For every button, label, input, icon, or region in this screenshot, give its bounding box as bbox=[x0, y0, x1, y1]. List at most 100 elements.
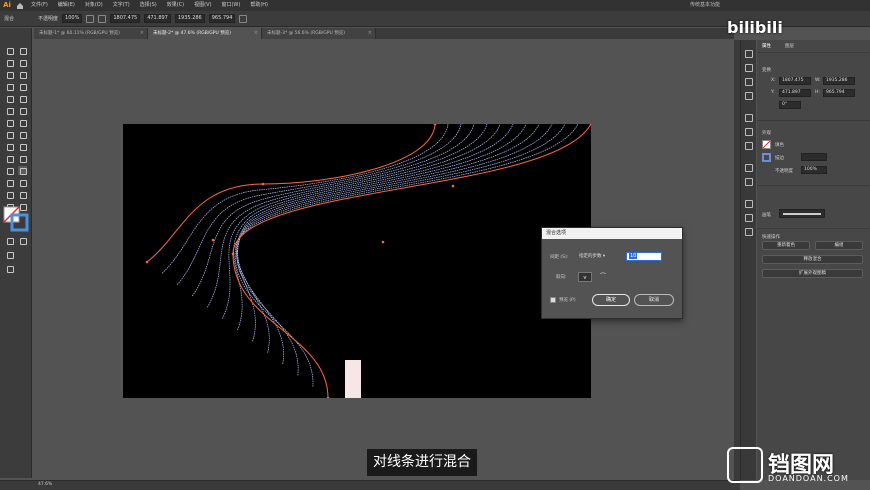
pen-tool-icon[interactable] bbox=[5, 70, 14, 79]
preview-checkbox[interactable] bbox=[550, 297, 556, 303]
rectangle-tool-icon[interactable] bbox=[5, 94, 14, 103]
h-field[interactable]: 965.794 bbox=[208, 14, 236, 23]
menu-file[interactable]: 文件(F) bbox=[26, 0, 53, 11]
column-graph-tool-icon[interactable] bbox=[18, 178, 27, 187]
tab-properties[interactable]: 属性 bbox=[762, 43, 771, 49]
links-panel-icon[interactable] bbox=[745, 228, 753, 236]
lasso-tool-icon[interactable] bbox=[18, 58, 27, 67]
align-icon[interactable] bbox=[98, 14, 107, 23]
curvature-tool-icon[interactable] bbox=[18, 70, 27, 79]
shape-builder-tool-icon[interactable] bbox=[5, 142, 14, 151]
transparency-panel-icon[interactable] bbox=[745, 142, 753, 150]
symbols-panel-icon[interactable] bbox=[745, 92, 753, 100]
fill-color-icon[interactable] bbox=[5, 236, 14, 245]
recolor-button[interactable]: 重新着色 bbox=[762, 241, 810, 250]
draw-mode-icon[interactable] bbox=[5, 250, 14, 259]
anchor-point[interactable] bbox=[381, 240, 385, 244]
none-color-icon[interactable] bbox=[18, 236, 27, 245]
tab-doc-1[interactable]: 未标题-1* @ 60.11% (RGB/GPU 预览) × bbox=[34, 28, 148, 39]
stroke-weight-field[interactable] bbox=[801, 153, 827, 161]
appearance-panel-icon[interactable] bbox=[745, 164, 753, 172]
w-field[interactable]: 1935.286 bbox=[823, 77, 855, 85]
color-panel-icon[interactable] bbox=[745, 50, 753, 58]
menu-window[interactable]: 窗口(W) bbox=[216, 0, 245, 11]
blend-step-path[interactable] bbox=[235, 123, 579, 387]
home-icon[interactable] bbox=[14, 0, 26, 11]
paintbrush-tool-icon[interactable] bbox=[18, 94, 27, 103]
menu-select[interactable]: 选择(S) bbox=[135, 0, 162, 11]
screen-mode-icon[interactable] bbox=[5, 264, 14, 273]
tab-layers[interactable]: 图层 bbox=[785, 43, 794, 49]
x-field[interactable]: 1807.475 bbox=[779, 77, 811, 85]
menu-effect[interactable]: 效果(C) bbox=[162, 0, 189, 11]
blend-step-path[interactable] bbox=[237, 123, 553, 365]
menu-object[interactable]: 对象(O) bbox=[80, 0, 108, 11]
anchor-point[interactable] bbox=[231, 252, 235, 256]
selection-tool-icon[interactable] bbox=[5, 46, 14, 55]
eraser-tool-icon[interactable] bbox=[18, 106, 27, 115]
brushes-panel-icon[interactable] bbox=[745, 78, 753, 86]
release-blend-button[interactable]: 释放混合 bbox=[762, 255, 863, 264]
blend-step-path[interactable] bbox=[236, 123, 527, 342]
cancel-button[interactable]: 取消 bbox=[634, 294, 674, 306]
artboards-panel-icon[interactable] bbox=[745, 214, 753, 222]
blend-tool-icon[interactable] bbox=[18, 166, 27, 175]
layers-panel-icon[interactable] bbox=[745, 200, 753, 208]
menu-help[interactable]: 帮助(H) bbox=[245, 0, 273, 11]
perspective-grid-tool-icon[interactable] bbox=[18, 142, 27, 151]
rotate-field[interactable]: 0° bbox=[779, 101, 801, 109]
scale-tool-icon[interactable] bbox=[18, 118, 27, 127]
shaper-tool-icon[interactable] bbox=[5, 106, 14, 115]
spacing-select[interactable]: 指定的步数 ▾ bbox=[579, 252, 605, 261]
anchor-point[interactable] bbox=[211, 238, 215, 242]
artboard[interactable] bbox=[123, 122, 593, 400]
width-tool-icon[interactable] bbox=[5, 130, 14, 139]
menu-type[interactable]: 文字(T) bbox=[108, 0, 135, 11]
free-transform-tool-icon[interactable] bbox=[18, 130, 27, 139]
y-field[interactable]: 471.897 bbox=[779, 89, 811, 97]
opacity-field[interactable]: 100% bbox=[801, 166, 827, 174]
eyedropper-tool-icon[interactable] bbox=[5, 166, 14, 175]
blend-step-path[interactable] bbox=[233, 123, 514, 331]
blend-step-path[interactable] bbox=[207, 123, 488, 308]
brush-preview[interactable] bbox=[779, 209, 825, 218]
magic-wand-tool-icon[interactable] bbox=[5, 58, 14, 67]
w-field[interactable]: 1935.286 bbox=[174, 14, 205, 23]
blend-step-path[interactable] bbox=[236, 123, 566, 376]
tab-doc-3[interactable]: 未标题-3* @ 56.6% (RGB/GPU 预览) × bbox=[262, 28, 376, 39]
pink-rectangle-object[interactable] bbox=[345, 360, 361, 398]
anchor-point[interactable] bbox=[451, 184, 455, 188]
opacity-field[interactable]: 100% bbox=[62, 14, 83, 23]
swatches-panel-icon[interactable] bbox=[745, 64, 753, 72]
symbol-sprayer-tool-icon[interactable] bbox=[5, 178, 14, 187]
artboard-tool-icon[interactable] bbox=[5, 190, 14, 199]
anchor-point[interactable] bbox=[326, 396, 330, 400]
align-to-page-icon[interactable]: ⩛ bbox=[578, 272, 592, 282]
close-icon[interactable]: × bbox=[368, 28, 372, 39]
gradient-panel-icon[interactable] bbox=[745, 128, 753, 136]
group-button[interactable]: 编组 bbox=[815, 241, 863, 250]
gradient-tool-icon[interactable] bbox=[18, 154, 27, 163]
anchor-point[interactable] bbox=[433, 122, 437, 126]
slice-tool-icon[interactable] bbox=[18, 190, 27, 199]
fill-stroke-swatches[interactable] bbox=[3, 206, 29, 232]
zoom-level[interactable]: 47.6% bbox=[38, 482, 52, 487]
anchor-point[interactable] bbox=[145, 260, 149, 264]
blend-step-path[interactable] bbox=[237, 123, 540, 353]
transform-icon[interactable] bbox=[239, 14, 248, 23]
align-to-path-icon[interactable]: ⌒ bbox=[596, 272, 610, 282]
anchor-point[interactable] bbox=[261, 182, 265, 186]
stroke-swatch-icon[interactable] bbox=[762, 153, 771, 162]
steps-input[interactable]: 10 bbox=[626, 252, 662, 261]
menu-view[interactable]: 视图(V) bbox=[189, 0, 216, 11]
direct-selection-tool-icon[interactable] bbox=[18, 46, 27, 55]
mesh-tool-icon[interactable] bbox=[5, 154, 14, 163]
type-tool-icon[interactable] bbox=[5, 82, 14, 91]
graphic-styles-panel-icon[interactable] bbox=[745, 178, 753, 186]
menu-edit[interactable]: 编辑(E) bbox=[53, 0, 80, 11]
recolor-icon[interactable] bbox=[86, 14, 95, 23]
ok-button[interactable]: 确定 bbox=[592, 294, 630, 306]
line-tool-icon[interactable] bbox=[18, 82, 27, 91]
blend-step-path[interactable] bbox=[161, 123, 449, 274]
stroke-panel-icon[interactable] bbox=[745, 114, 753, 122]
